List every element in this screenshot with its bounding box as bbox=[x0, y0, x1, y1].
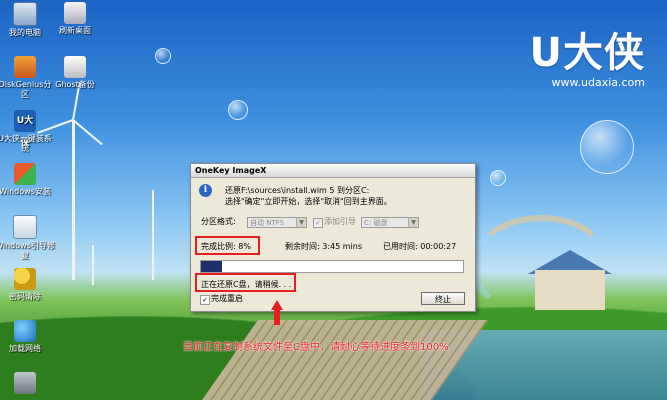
drive-select[interactable]: C: 磁盘 ▼ bbox=[361, 217, 419, 228]
windows-icon bbox=[14, 163, 36, 185]
windows-repair-icon bbox=[13, 215, 37, 239]
elapsed-time: 已用时间: 00:00:27 bbox=[383, 242, 457, 251]
desktop-icon-network[interactable]: 加载网络 bbox=[0, 320, 55, 354]
chevron-down-icon: ▼ bbox=[408, 218, 418, 227]
bubble-decoration bbox=[490, 170, 506, 186]
drive-value: C: 磁盘 bbox=[364, 219, 388, 227]
desktop-icon-label: Ghost备份 bbox=[55, 80, 95, 89]
dialog-message-line1: 还原F:\sources\install.wim 5 到分区C: bbox=[225, 186, 370, 195]
house-decoration bbox=[535, 270, 605, 310]
add-boot-label: 添加引导 bbox=[324, 217, 356, 226]
bubble-decoration bbox=[155, 48, 171, 64]
turbine-blade bbox=[72, 119, 103, 146]
annotation-note: 目前正在复制系统文件至C盘中，请耐心等待进度条到100% bbox=[183, 342, 449, 353]
progress-bar bbox=[200, 260, 464, 273]
desktop-icon-label: Windows引导修复 bbox=[0, 241, 55, 260]
restart-label: 完成重启 bbox=[211, 294, 243, 303]
desktop-icon-password[interactable]: 密码清除 bbox=[0, 268, 55, 302]
restart-checkbox[interactable]: ✓ bbox=[200, 295, 210, 305]
add-boot-checkbox[interactable]: ✓ bbox=[313, 218, 323, 228]
progress-bar-fill bbox=[201, 261, 222, 272]
desktop-icon-ghost[interactable]: Ghost备份 bbox=[45, 56, 105, 90]
desktop-icon-windows-install[interactable]: Windows安装 bbox=[0, 163, 55, 197]
desktop-icon-refresh[interactable]: 刷新桌面 bbox=[45, 2, 105, 36]
bubble-decoration bbox=[228, 100, 248, 120]
disk-icon bbox=[14, 56, 36, 78]
brand-logo-text: U大侠 bbox=[529, 30, 645, 76]
harddisk-icon bbox=[14, 372, 36, 394]
dialog-title: OneKey ImageX bbox=[191, 164, 475, 178]
desktop-icon-harddisk[interactable] bbox=[0, 372, 55, 396]
ghost-icon bbox=[64, 56, 86, 78]
desktop-icon-label: U大侠一键装系统 bbox=[0, 134, 52, 153]
key-icon bbox=[14, 268, 36, 290]
wind-turbine-decoration bbox=[72, 120, 75, 280]
brand-logo: U大侠 www.udaxia.com bbox=[530, 20, 645, 89]
highlight-box-status bbox=[195, 273, 296, 292]
computer-icon bbox=[13, 2, 37, 26]
wind-turbine-decoration bbox=[152, 190, 154, 280]
desktop-icon-windows-repair[interactable]: Windows引导修复 bbox=[0, 215, 55, 261]
desktop-icon-label: 加载网络 bbox=[9, 344, 41, 353]
bubble-decoration bbox=[580, 120, 634, 174]
desktop-icon-label: Windows安装 bbox=[0, 187, 51, 196]
abort-button[interactable]: 终止 bbox=[421, 292, 465, 305]
u-icon: U大侠 bbox=[14, 110, 36, 148]
partition-format-select[interactable]: 自动 NTFS ▼ bbox=[247, 217, 307, 228]
remaining-time: 剩余时间: 3:45 mins bbox=[285, 242, 362, 251]
globe-icon bbox=[14, 320, 36, 342]
highlight-box-progress bbox=[195, 236, 260, 255]
partition-format-value: 自动 NTFS bbox=[250, 219, 285, 227]
refresh-icon bbox=[64, 2, 86, 24]
desktop-icon-label: 刷新桌面 bbox=[59, 26, 91, 35]
wind-turbine-decoration bbox=[92, 245, 94, 285]
dialog-message: 还原F:\sources\install.wim 5 到分区C: 选择"确定"立… bbox=[225, 185, 392, 207]
info-icon: i bbox=[199, 184, 212, 197]
partition-format-label: 分区格式: bbox=[201, 217, 236, 226]
desktop-icon-u-install[interactable]: U大侠 U大侠一键装系统 bbox=[0, 110, 55, 154]
chevron-down-icon: ▼ bbox=[296, 218, 306, 227]
dialog-message-line2: 选择"确定"立即开始，选择"取消"回到主界面。 bbox=[225, 197, 392, 206]
arrow-shaft bbox=[274, 309, 280, 325]
desktop-icon-label: 密码清除 bbox=[9, 292, 41, 301]
